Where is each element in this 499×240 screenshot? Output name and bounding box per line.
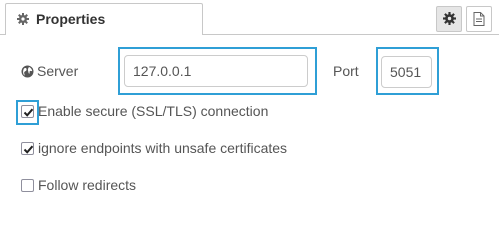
tab-properties-label: Properties — [36, 11, 106, 27]
ignore-unsafe-label: ignore endpoints with unsafe certificate… — [38, 140, 288, 156]
checkmark-icon — [23, 145, 34, 154]
server-input[interactable] — [124, 55, 308, 87]
ignore-unsafe-checkbox[interactable] — [21, 142, 34, 155]
document-icon — [473, 12, 485, 26]
follow-redirects-checkbox[interactable] — [21, 179, 34, 192]
secure-connection-checkbox[interactable] — [21, 105, 34, 118]
tab-bar: Properties — [0, 0, 499, 35]
globe-icon — [21, 65, 34, 78]
tab-properties[interactable]: Properties — [5, 3, 203, 35]
server-label: Server — [37, 63, 79, 79]
info-button[interactable] — [466, 6, 492, 32]
follow-redirects-label: Follow redirects — [38, 177, 137, 193]
gear-icon — [17, 13, 29, 25]
gear-icon — [443, 12, 456, 25]
settings-button[interactable] — [436, 6, 462, 32]
checkmark-icon — [23, 108, 34, 117]
secure-connection-label: Enable secure (SSL/TLS) connection — [38, 103, 269, 119]
port-label: Port — [333, 63, 359, 79]
port-input[interactable] — [381, 56, 432, 88]
